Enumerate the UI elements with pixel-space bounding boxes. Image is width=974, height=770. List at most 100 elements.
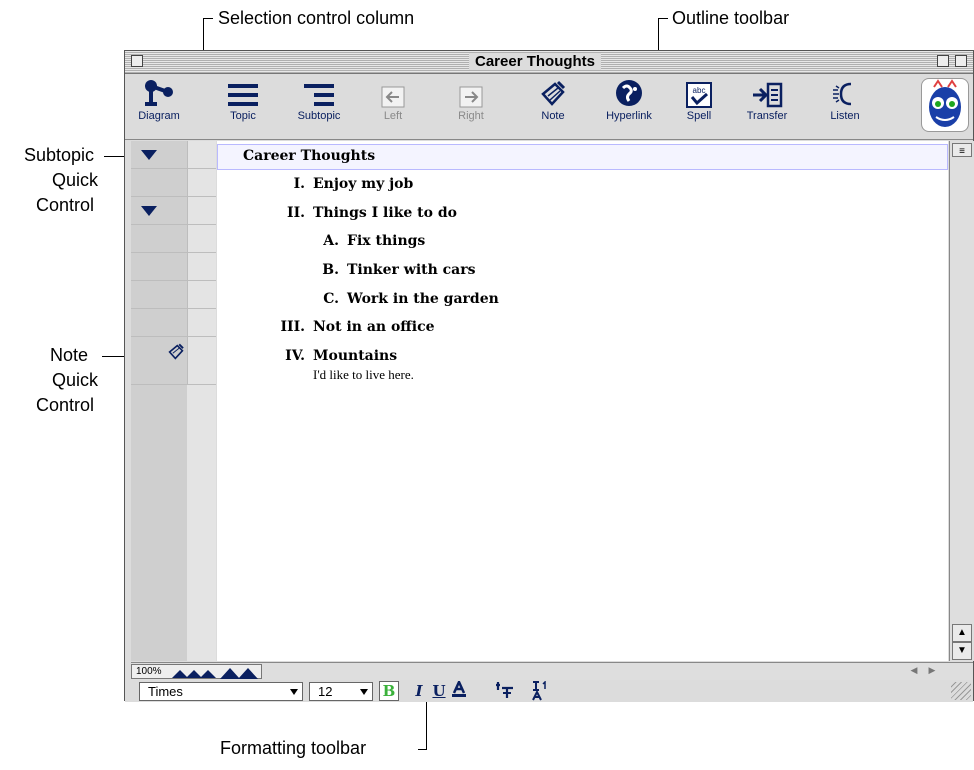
outline-number: II.: [287, 205, 305, 221]
note-qc-callout-3: Control: [36, 395, 95, 415]
topic-label: Topic: [230, 110, 256, 122]
outline-toolbar-callout: Outline toolbar: [672, 8, 790, 28]
note-label: Note: [541, 110, 565, 122]
window-title: Career Thoughts: [469, 53, 602, 70]
listen-icon: [833, 82, 852, 106]
left-label: Left: [383, 110, 403, 122]
outline-item[interactable]: Work in the garden: [347, 291, 499, 307]
qc-row[interactable]: [131, 309, 216, 337]
zoom-out-icon[interactable]: [172, 668, 216, 678]
outline-item[interactable]: Mountains: [313, 348, 397, 364]
text-size-icon: [532, 680, 546, 701]
vertical-scrollbar[interactable]: ≡ ▲ ▼: [949, 141, 974, 661]
line-spacing-button[interactable]: [493, 681, 515, 701]
subtopic-qc-callout-2: Quick: [52, 170, 99, 190]
scroll-left-button[interactable]: ◀: [907, 665, 921, 678]
outline-item[interactable]: Fix things: [347, 233, 425, 249]
topic-note-text[interactable]: I'd like to live here.: [313, 367, 414, 383]
diagram-icon: [145, 80, 173, 106]
qc-row[interactable]: [131, 281, 216, 309]
qc-row[interactable]: [131, 337, 216, 385]
subtopic-expand-triangle-icon[interactable]: [141, 150, 157, 160]
bold-button[interactable]: B: [379, 681, 399, 701]
spell-button[interactable]: abc Spell: [679, 78, 719, 130]
subtopic-label: Subtopic: [297, 110, 341, 122]
spell-icon: abc: [686, 82, 712, 108]
main-topic[interactable]: Career Thoughts: [243, 148, 375, 164]
outline-item[interactable]: Enjoy my job: [313, 176, 413, 192]
subtopic-qc-callout-1: Subtopic: [24, 145, 95, 165]
note-icon: [541, 80, 566, 106]
transfer-label: Transfer: [746, 110, 788, 122]
left-button[interactable]: Left: [373, 78, 413, 130]
right-button[interactable]: Right: [451, 78, 491, 130]
qc-row[interactable]: [131, 141, 216, 169]
topic-icon: [228, 84, 258, 106]
scroll-right-button[interactable]: ▶: [925, 665, 939, 678]
note-button[interactable]: Note: [533, 78, 573, 130]
note-qc-callout-1: Note: [50, 345, 89, 365]
transfer-button[interactable]: Transfer: [741, 78, 793, 130]
right-label: Right: [458, 110, 484, 122]
app-window: Career Thoughts Diagram Topic Subtopic L…: [124, 50, 974, 702]
outline-callout-tick: [658, 18, 668, 19]
qc-row[interactable]: [131, 253, 216, 281]
subtopic-qc-callout-3: Control: [36, 195, 95, 215]
horizontal-scrollbar[interactable]: 100% ◀ ▶: [131, 662, 973, 680]
right-arrow-icon: [459, 86, 483, 108]
outline-toolbar: Diagram Topic Subtopic Left Right Note H…: [125, 74, 973, 140]
zoom-box[interactable]: [937, 55, 949, 67]
selection-callout-tick: [203, 18, 213, 19]
zoom-control[interactable]: 100%: [131, 664, 262, 679]
topic-button[interactable]: Topic: [217, 78, 269, 130]
close-box[interactable]: [131, 55, 143, 67]
italic-button[interactable]: I: [411, 681, 427, 701]
outline-number: A.: [323, 233, 339, 249]
app-logo[interactable]: [921, 78, 969, 132]
diagram-label: Diagram: [138, 110, 180, 122]
left-arrow-icon: [381, 86, 405, 108]
formatting-toolbar: Times 12 B I U: [125, 678, 973, 702]
split-bar-handle[interactable]: ≡: [952, 143, 972, 157]
svg-text:abc: abc: [693, 86, 706, 95]
hyperlink-button[interactable]: Hyperlink: [597, 78, 661, 130]
text-size-button[interactable]: [529, 680, 551, 701]
font-size-select[interactable]: 12: [309, 682, 373, 701]
text-color-icon: [452, 678, 466, 697]
zoom-in-icon[interactable]: [220, 666, 260, 679]
font-family-value: Times: [148, 684, 183, 699]
subtopic-expand-triangle-icon[interactable]: [141, 206, 157, 216]
spell-label: Spell: [686, 110, 712, 122]
title-bar[interactable]: Career Thoughts: [125, 51, 973, 74]
resize-grip-icon[interactable]: [951, 682, 971, 700]
formatting-callout-leader: [426, 700, 427, 749]
note-quick-control-icon[interactable]: [167, 343, 185, 361]
outline-number: I.: [293, 176, 305, 192]
collapse-box[interactable]: [955, 55, 967, 67]
zoom-level: 100%: [136, 666, 162, 677]
scroll-up-button[interactable]: ▲: [952, 624, 972, 642]
qc-row[interactable]: [131, 225, 216, 253]
selection-column-callout: Selection control column: [218, 8, 415, 28]
outline-number: IV.: [285, 348, 305, 364]
underline-button[interactable]: U: [431, 681, 447, 701]
diagram-button[interactable]: Diagram: [131, 78, 187, 130]
outline-item[interactable]: Tinker with cars: [347, 262, 476, 278]
listen-button[interactable]: Listen: [823, 78, 867, 130]
subtopic-button[interactable]: Subtopic: [291, 78, 347, 130]
scroll-down-button[interactable]: ▼: [952, 642, 972, 660]
formatting-callout-tick: [418, 749, 427, 750]
text-color-button[interactable]: [451, 678, 467, 701]
hyperlink-icon: [616, 80, 642, 106]
outline-document[interactable]: Career Thoughts I. Enjoy my job II. Thin…: [217, 141, 948, 661]
outline-number: B.: [322, 262, 339, 278]
formatting-toolbar-callout: Formatting toolbar: [220, 738, 367, 758]
font-family-select[interactable]: Times: [139, 682, 303, 701]
qc-row[interactable]: [131, 197, 216, 225]
qc-row[interactable]: [131, 169, 216, 197]
mascot-icon: [929, 79, 961, 127]
subtopic-icon: [304, 84, 334, 106]
outline-item[interactable]: Things I like to do: [313, 205, 457, 221]
outline-item[interactable]: Not in an office: [313, 319, 435, 335]
hyperlink-label: Hyperlink: [606, 110, 652, 122]
